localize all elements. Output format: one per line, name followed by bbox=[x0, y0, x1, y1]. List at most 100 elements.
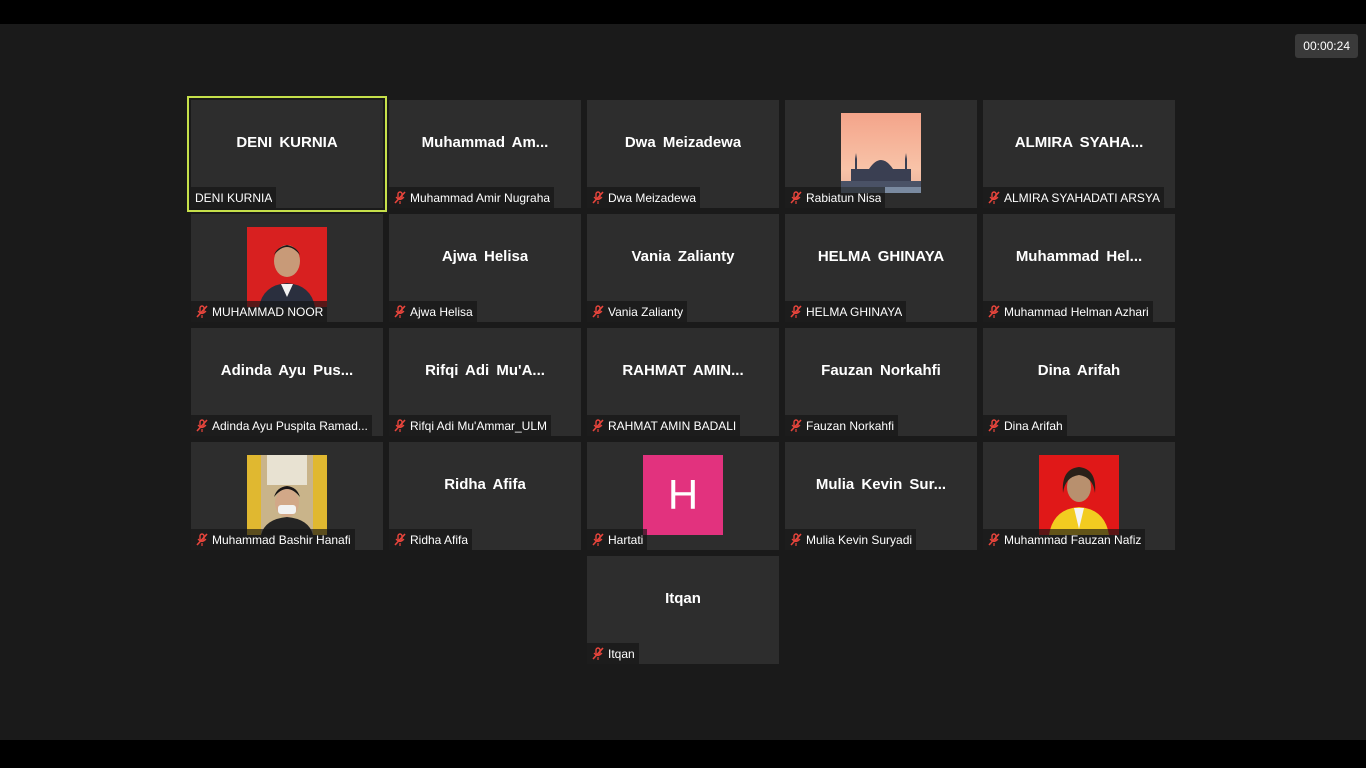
participant-display-name: Dwa Meizadewa bbox=[624, 133, 742, 151]
muted-mic-icon bbox=[790, 191, 802, 204]
participant-label-text: MUHAMMAD NOOR bbox=[212, 305, 324, 319]
participant-display-name: Rifqi Adi Mu'A... bbox=[425, 361, 545, 379]
participant-label-text: Hartati bbox=[608, 533, 644, 547]
portrait-red-background-photo bbox=[247, 227, 327, 307]
participant-name-label: Itqan bbox=[587, 643, 639, 664]
participant-label-text: Adinda Ayu Puspita Ramad... bbox=[212, 419, 368, 433]
muted-mic-icon bbox=[592, 305, 604, 318]
participant-display-name: DENI KURNIA bbox=[236, 133, 338, 151]
participant-label-text: RAHMAT AMIN BADALI bbox=[608, 419, 737, 433]
participant-label-text: Fauzan Norkahfi bbox=[806, 419, 895, 433]
participant-display-name: RAHMAT AMIN... bbox=[622, 361, 744, 379]
participant-name-label: Ajwa Helisa bbox=[389, 301, 477, 322]
participant-display-name: Ridha Afifa bbox=[444, 475, 526, 493]
participant-display-name: HELMA GHINAYA bbox=[817, 247, 945, 265]
participant-display-name: Vania Zalianty bbox=[631, 247, 735, 265]
participant-tile[interactable]: MUHAMMAD NOOR bbox=[191, 214, 383, 322]
letter-avatar: H bbox=[643, 455, 723, 535]
participant-label-text: Dwa Meizadewa bbox=[608, 191, 697, 205]
participant-tile[interactable]: Ajwa Helisa Ajwa Helisa bbox=[389, 214, 581, 322]
participant-name-label: Dina Arifah bbox=[983, 415, 1067, 436]
muted-mic-icon bbox=[394, 191, 406, 204]
participant-tile[interactable]: HELMA GHINAYA HELMA GHINAYA bbox=[785, 214, 977, 322]
participant-display-name: ALMIRA SYAHA... bbox=[1014, 133, 1144, 151]
participant-tile[interactable]: Muhammad Am... Muhammad Amir Nugraha bbox=[389, 100, 581, 208]
participant-name-label: Muhammad Fauzan Nafiz bbox=[983, 529, 1146, 550]
muted-mic-icon bbox=[394, 305, 406, 318]
meeting-gallery-view: 00:00:24 DENI KURNIA DENI KURNIA Muhamma… bbox=[0, 24, 1366, 740]
participant-name-label: HELMA GHINAYA bbox=[785, 301, 907, 322]
muted-mic-icon bbox=[790, 533, 802, 546]
muted-mic-icon bbox=[790, 305, 802, 318]
muted-mic-icon bbox=[988, 191, 1000, 204]
participant-tile[interactable]: RAHMAT AMIN... RAHMAT AMIN BADALI bbox=[587, 328, 779, 436]
participant-tile[interactable]: Muhammad Hel... Muhammad Helman Azhari bbox=[983, 214, 1175, 322]
participant-display-name: Muhammad Hel... bbox=[1015, 247, 1143, 265]
participant-name-label: ALMIRA SYAHADATI ARSYA bbox=[983, 187, 1165, 208]
participant-display-name: Itqan bbox=[665, 589, 701, 607]
participant-name-label: Muhammad Amir Nugraha bbox=[389, 187, 555, 208]
mosque-sunset-photo bbox=[841, 113, 921, 193]
participant-tile[interactable]: Mulia Kevin Sur... Mulia Kevin Suryadi bbox=[785, 442, 977, 550]
participant-label-text: HELMA GHINAYA bbox=[806, 305, 903, 319]
participant-name-label: Hartati bbox=[587, 529, 648, 550]
participant-tile[interactable]: Rifqi Adi Mu'A... Rifqi Adi Mu'Ammar_ULM bbox=[389, 328, 581, 436]
participant-grid: DENI KURNIA DENI KURNIA Muhammad Am... M… bbox=[187, 96, 1175, 664]
participant-tile[interactable]: Dwa Meizadewa Dwa Meizadewa bbox=[587, 100, 779, 208]
muted-mic-icon bbox=[988, 533, 1000, 546]
muted-mic-icon bbox=[394, 419, 406, 432]
participant-name-label: Mulia Kevin Suryadi bbox=[785, 529, 917, 550]
participant-name-label: Rabiatun Nisa bbox=[785, 187, 886, 208]
muted-mic-icon bbox=[196, 419, 208, 432]
masked-person-photo bbox=[247, 455, 327, 535]
participant-name-label: MUHAMMAD NOOR bbox=[191, 301, 328, 322]
participant-name-label: Muhammad Bashir Hanafi bbox=[191, 529, 355, 550]
participant-display-name: Mulia Kevin Sur... bbox=[815, 475, 947, 493]
participant-name-label: Adinda Ayu Puspita Ramad... bbox=[191, 415, 372, 436]
participant-tile[interactable]: Vania Zalianty Vania Zalianty bbox=[587, 214, 779, 322]
participant-name-label: Fauzan Norkahfi bbox=[785, 415, 899, 436]
muted-mic-icon bbox=[988, 305, 1000, 318]
participant-name-label: RAHMAT AMIN BADALI bbox=[587, 415, 741, 436]
participant-display-name: Dina Arifah bbox=[1037, 361, 1121, 379]
participant-tile[interactable]: Ridha Afifa Ridha Afifa bbox=[389, 442, 581, 550]
participant-display-name: Ajwa Helisa bbox=[441, 247, 529, 265]
participant-name-label: Rifqi Adi Mu'Ammar_ULM bbox=[389, 415, 551, 436]
participant-tile-active[interactable]: DENI KURNIA DENI KURNIA bbox=[187, 96, 387, 212]
muted-mic-icon bbox=[592, 191, 604, 204]
muted-mic-icon bbox=[592, 647, 604, 660]
participant-label-text: Rabiatun Nisa bbox=[806, 191, 882, 205]
participant-tile[interactable]: Rabiatun Nisa bbox=[785, 100, 977, 208]
participant-label-text: Muhammad Bashir Hanafi bbox=[212, 533, 351, 547]
muted-mic-icon bbox=[196, 533, 208, 546]
participant-label-text: Vania Zalianty bbox=[608, 305, 684, 319]
muted-mic-icon bbox=[592, 533, 604, 546]
participant-label-text: Mulia Kevin Suryadi bbox=[806, 533, 913, 547]
participant-label-text: Rifqi Adi Mu'Ammar_ULM bbox=[410, 419, 547, 433]
participant-tile[interactable]: Itqan Itqan bbox=[587, 556, 779, 664]
muted-mic-icon bbox=[790, 419, 802, 432]
muted-mic-icon bbox=[394, 533, 406, 546]
participant-tile[interactable]: Adinda Ayu Pus... Adinda Ayu Puspita Ram… bbox=[191, 328, 383, 436]
participant-label-text: Muhammad Fauzan Nafiz bbox=[1004, 533, 1142, 547]
participant-label-text: Itqan bbox=[608, 647, 635, 661]
participant-tile[interactable]: ALMIRA SYAHA... ALMIRA SYAHADATI ARSYA bbox=[983, 100, 1175, 208]
participant-tile[interactable]: Muhammad Fauzan Nafiz bbox=[983, 442, 1175, 550]
participant-label-text: Ajwa Helisa bbox=[410, 305, 473, 319]
participant-name-label: Dwa Meizadewa bbox=[587, 187, 701, 208]
participant-label-text: ALMIRA SYAHADATI ARSYA bbox=[1004, 191, 1161, 205]
muted-mic-icon bbox=[196, 305, 208, 318]
participant-tile[interactable]: Dina Arifah Dina Arifah bbox=[983, 328, 1175, 436]
participant-label-text: Ridha Afifa bbox=[410, 533, 469, 547]
participant-display-name: Fauzan Norkahfi bbox=[821, 361, 941, 379]
participant-tile[interactable]: Muhammad Bashir Hanafi bbox=[191, 442, 383, 550]
participant-name-label: Vania Zalianty bbox=[587, 301, 688, 322]
muted-mic-icon bbox=[988, 419, 1000, 432]
portrait-yellow-jacket-photo bbox=[1039, 455, 1119, 535]
participant-name-label: Ridha Afifa bbox=[389, 529, 473, 550]
participant-display-name: Muhammad Am... bbox=[421, 133, 549, 151]
participant-tile[interactable]: H Hartati bbox=[587, 442, 779, 550]
participant-display-name: Adinda Ayu Pus... bbox=[220, 361, 354, 379]
participant-tile[interactable]: Fauzan Norkahfi Fauzan Norkahfi bbox=[785, 328, 977, 436]
participant-label-text: Dina Arifah bbox=[1004, 419, 1063, 433]
